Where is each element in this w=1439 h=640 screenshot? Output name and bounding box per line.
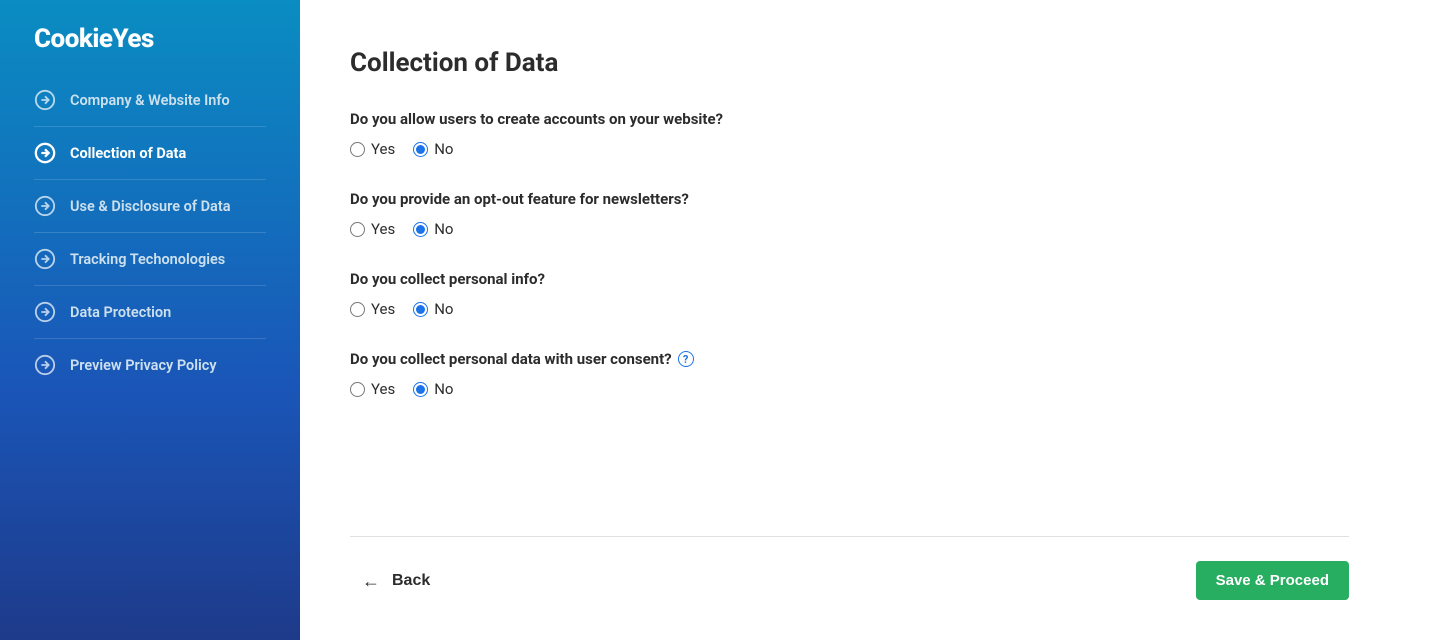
radio-input-no[interactable]: [413, 142, 428, 157]
back-arrow-icon: ←: [362, 572, 380, 590]
sidebar: CookieYes Company & Website Info Collect…: [0, 0, 300, 640]
radio-label: Yes: [371, 380, 395, 398]
arrow-circle-icon: [34, 301, 56, 323]
question-text: Do you collect personal data with user c…: [350, 350, 672, 368]
radio-label: No: [434, 300, 453, 318]
help-icon[interactable]: ?: [678, 351, 694, 367]
main-content: Collection of Data Do you allow users to…: [300, 0, 1439, 640]
question-label: Do you allow users to create accounts on…: [350, 110, 1349, 128]
arrow-circle-icon: [34, 354, 56, 376]
radio-label: Yes: [371, 220, 395, 238]
question-accounts: Do you allow users to create accounts on…: [350, 110, 1349, 158]
save-proceed-button[interactable]: Save & Proceed: [1196, 561, 1349, 600]
radio-group: Yes No: [350, 220, 1349, 238]
radio-no[interactable]: No: [413, 300, 453, 318]
radio-label: No: [434, 380, 453, 398]
radio-no[interactable]: No: [413, 220, 453, 238]
radio-yes[interactable]: Yes: [350, 140, 395, 158]
question-personal-info: Do you collect personal info? Yes No: [350, 270, 1349, 318]
question-user-consent: Do you collect personal data with user c…: [350, 350, 1349, 398]
arrow-circle-icon: [34, 248, 56, 270]
question-text: Do you allow users to create accounts on…: [350, 110, 723, 128]
arrow-circle-icon: [34, 89, 56, 111]
radio-no[interactable]: No: [413, 140, 453, 158]
radio-input-yes[interactable]: [350, 142, 365, 157]
sidebar-item-use-disclosure[interactable]: Use & Disclosure of Data: [34, 180, 266, 233]
radio-input-yes[interactable]: [350, 382, 365, 397]
brand-text: CookieYes: [34, 24, 266, 54]
brand-logo: CookieYes: [0, 24, 300, 74]
footer-bar: ← Back Save & Proceed: [350, 536, 1349, 600]
question-label: Do you provide an opt-out feature for ne…: [350, 190, 1349, 208]
radio-input-yes[interactable]: [350, 302, 365, 317]
radio-yes[interactable]: Yes: [350, 220, 395, 238]
sidebar-item-collection-data[interactable]: Collection of Data: [34, 127, 266, 180]
radio-label: No: [434, 220, 453, 238]
sidebar-item-company-info[interactable]: Company & Website Info: [34, 74, 266, 127]
sidebar-item-tracking-tech[interactable]: Tracking Techonologies: [34, 233, 266, 286]
sidebar-nav: Company & Website Info Collection of Dat…: [0, 74, 300, 391]
arrow-circle-icon: [34, 195, 56, 217]
radio-yes[interactable]: Yes: [350, 300, 395, 318]
radio-label: No: [434, 140, 453, 158]
question-text: Do you collect personal info?: [350, 270, 545, 288]
page-title: Collection of Data: [350, 48, 1349, 78]
radio-no[interactable]: No: [413, 380, 453, 398]
question-label: Do you collect personal data with user c…: [350, 350, 1349, 368]
sidebar-item-label: Use & Disclosure of Data: [70, 198, 231, 215]
radio-label: Yes: [371, 300, 395, 318]
question-label: Do you collect personal info?: [350, 270, 1349, 288]
radio-input-no[interactable]: [413, 222, 428, 237]
radio-group: Yes No: [350, 300, 1349, 318]
back-label: Back: [392, 572, 430, 590]
sidebar-item-label: Preview Privacy Policy: [70, 357, 217, 374]
question-text: Do you provide an opt-out feature for ne…: [350, 190, 689, 208]
arrow-circle-icon: [34, 142, 56, 164]
radio-input-yes[interactable]: [350, 222, 365, 237]
back-button[interactable]: ← Back: [350, 564, 442, 598]
radio-input-no[interactable]: [413, 382, 428, 397]
sidebar-item-data-protection[interactable]: Data Protection: [34, 286, 266, 339]
sidebar-item-label: Tracking Techonologies: [70, 251, 225, 268]
question-optout: Do you provide an opt-out feature for ne…: [350, 190, 1349, 238]
radio-input-no[interactable]: [413, 302, 428, 317]
sidebar-item-label: Collection of Data: [70, 145, 186, 162]
sidebar-item-preview-policy[interactable]: Preview Privacy Policy: [34, 339, 266, 391]
radio-yes[interactable]: Yes: [350, 380, 395, 398]
sidebar-item-label: Data Protection: [70, 304, 171, 321]
sidebar-item-label: Company & Website Info: [70, 92, 230, 109]
radio-group: Yes No: [350, 380, 1349, 398]
radio-label: Yes: [371, 140, 395, 158]
radio-group: Yes No: [350, 140, 1349, 158]
